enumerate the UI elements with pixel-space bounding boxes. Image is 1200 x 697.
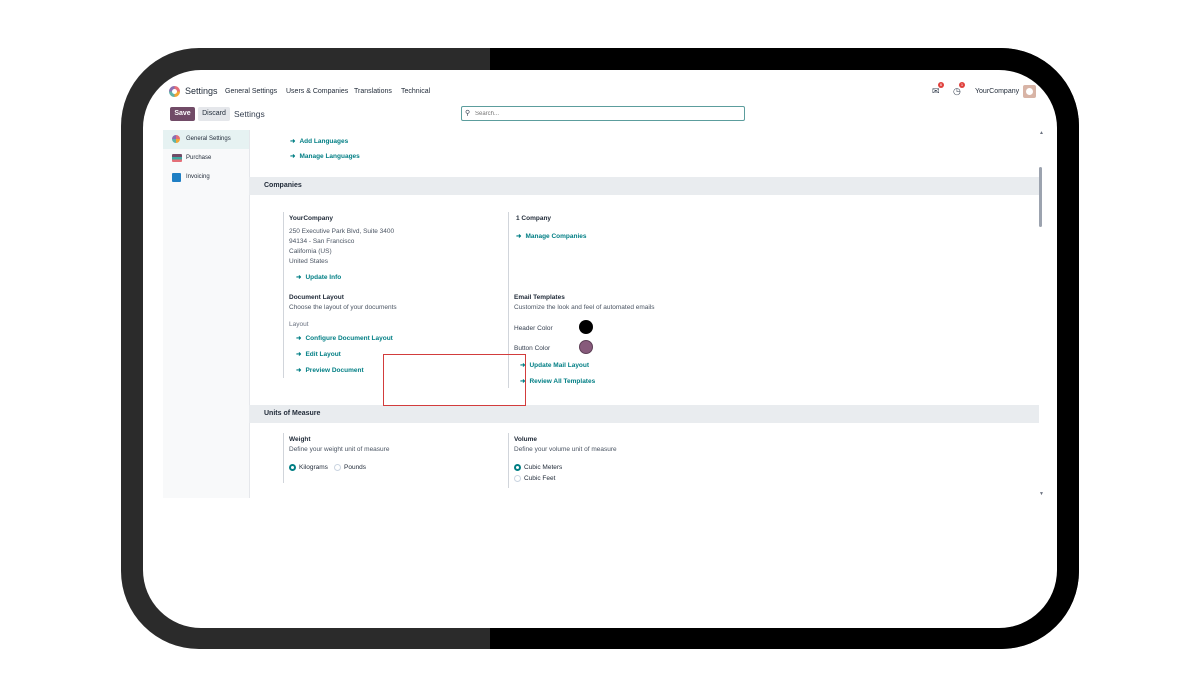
arrow-right-icon: ➜ xyxy=(290,153,296,160)
scroll-down-icon[interactable]: ▼ xyxy=(1039,491,1044,497)
radio-kilograms[interactable] xyxy=(289,464,296,471)
search-input[interactable] xyxy=(475,108,735,119)
sidebar-item-invoicing[interactable]: Invoicing xyxy=(163,168,249,187)
sidebar-item-label: General Settings xyxy=(186,136,231,142)
header-color-swatch[interactable] xyxy=(579,320,593,334)
link-label: Manage Companies xyxy=(525,233,587,240)
preview-document-link[interactable]: ➜ Preview Document xyxy=(296,366,364,374)
link-label: Add Languages xyxy=(299,138,349,145)
review-all-templates-link[interactable]: ➜ Review All Templates xyxy=(520,377,595,385)
discard-button[interactable]: Discard xyxy=(198,107,230,121)
chat-badge: 6 xyxy=(938,82,944,88)
highlight-annotation xyxy=(383,354,526,406)
purchase-icon xyxy=(172,154,182,162)
header-color-label: Header Color xyxy=(514,325,553,332)
search-icon: ⚲ xyxy=(465,110,471,117)
link-label: Update Info xyxy=(305,274,342,281)
sidebar-item-label: Invoicing xyxy=(186,174,210,180)
link-label: Manage Languages xyxy=(299,153,360,160)
user-avatar[interactable] xyxy=(1023,85,1036,98)
arrow-right-icon: ➜ xyxy=(290,138,296,145)
settings-sidebar: General Settings Purchase Invoicing xyxy=(163,130,250,498)
app-title[interactable]: Settings xyxy=(185,86,218,96)
radio-cubic-feet[interactable] xyxy=(514,475,521,482)
weight-title: Weight xyxy=(289,436,311,443)
activity-icon[interactable]: ◷ 1 xyxy=(953,82,965,96)
radio-label: Kilograms xyxy=(299,464,328,471)
company-address-line: California (US) xyxy=(289,248,332,255)
invoicing-icon xyxy=(172,173,181,182)
breadcrumb: Settings xyxy=(234,109,265,119)
document-layout-description: Choose the layout of your documents xyxy=(289,304,397,311)
sidebar-item-purchase[interactable]: Purchase xyxy=(163,149,249,168)
search-box[interactable]: ⚲ xyxy=(461,106,745,121)
radio-pounds[interactable] xyxy=(334,464,341,471)
company-switcher[interactable]: YourCompany xyxy=(975,88,1019,95)
button-color-label: Button Color xyxy=(514,345,551,352)
button-color-swatch[interactable] xyxy=(579,340,593,354)
link-label: Edit Layout xyxy=(305,351,341,358)
add-languages-link[interactable]: ➜ Add Languages xyxy=(290,137,348,145)
email-templates-title: Email Templates xyxy=(514,294,565,301)
company-address-line: 94134 - San Francisco xyxy=(289,238,355,245)
section-title: Companies xyxy=(264,182,302,189)
email-templates-description: Customize the look and feel of automated… xyxy=(514,304,655,311)
screen: Settings General Settings Users & Compan… xyxy=(143,70,1057,628)
edit-layout-link[interactable]: ➜ Edit Layout xyxy=(296,350,341,358)
arrow-right-icon: ➜ xyxy=(516,233,522,240)
arrow-right-icon: ➜ xyxy=(296,335,302,342)
manage-companies-link[interactable]: ➜ Manage Companies xyxy=(516,232,587,240)
company-address-line: 250 Executive Park Blvd, Suite 3400 xyxy=(289,228,395,235)
company-count: 1 Company xyxy=(516,215,552,222)
chat-icon[interactable]: ✉ 6 xyxy=(932,82,944,96)
setting-divider xyxy=(283,212,284,378)
arrow-right-icon: ➜ xyxy=(296,367,302,374)
configure-document-layout-link[interactable]: ➜ Configure Document Layout xyxy=(296,334,393,342)
link-label: Configure Document Layout xyxy=(305,335,393,342)
link-label: Review All Templates xyxy=(529,378,596,385)
settings-icon xyxy=(172,135,180,143)
sidebar-item-label: Purchase xyxy=(186,155,212,161)
volume-description: Define your volume unit of measure xyxy=(514,446,617,453)
menu-translations[interactable]: Translations xyxy=(354,88,392,95)
section-title: Units of Measure xyxy=(264,410,321,417)
top-navbar: Settings General Settings Users & Compan… xyxy=(143,70,1057,110)
section-header-units-of-measure: Units of Measure xyxy=(249,405,1039,423)
scroll-up-icon[interactable]: ▲ xyxy=(1039,130,1044,136)
activity-badge: 1 xyxy=(959,82,965,88)
sidebar-item-general-settings[interactable]: General Settings xyxy=(163,130,249,149)
scrollbar-thumb[interactable] xyxy=(1039,167,1042,227)
menu-general-settings[interactable]: General Settings xyxy=(225,88,277,95)
save-button[interactable]: Save xyxy=(170,107,195,121)
odoo-logo-icon[interactable] xyxy=(169,86,180,97)
setting-divider xyxy=(508,433,509,488)
menu-users-companies[interactable]: Users & Companies xyxy=(286,88,348,95)
menu-technical[interactable]: Technical xyxy=(401,88,430,95)
link-label: Preview Document xyxy=(305,367,364,374)
layout-label: Layout xyxy=(289,321,309,328)
radio-label: Pounds xyxy=(344,464,367,471)
radio-cubic-meters[interactable] xyxy=(514,464,521,471)
update-mail-layout-link[interactable]: ➜ Update Mail Layout xyxy=(520,361,589,369)
weight-description: Define your weight unit of measure xyxy=(289,446,390,453)
settings-content: ➜ Add Languages ➜ Manage Languages Compani… xyxy=(249,130,1039,498)
radio-label: Cubic Meters xyxy=(524,464,563,471)
volume-title: Volume xyxy=(514,436,537,443)
link-label: Update Mail Layout xyxy=(529,362,590,369)
arrow-right-icon: ➜ xyxy=(296,351,302,358)
document-layout-title: Document Layout xyxy=(289,294,344,301)
company-address-line: United States xyxy=(289,258,329,265)
setting-divider xyxy=(283,433,284,483)
radio-label: Cubic Feet xyxy=(524,475,556,482)
section-header-companies: Companies xyxy=(249,177,1039,195)
manage-languages-link[interactable]: ➜ Manage Languages xyxy=(290,152,360,160)
update-info-link[interactable]: ➜ Update Info xyxy=(296,273,341,281)
company-name: YourCompany xyxy=(289,215,333,222)
arrow-right-icon: ➜ xyxy=(296,274,302,281)
